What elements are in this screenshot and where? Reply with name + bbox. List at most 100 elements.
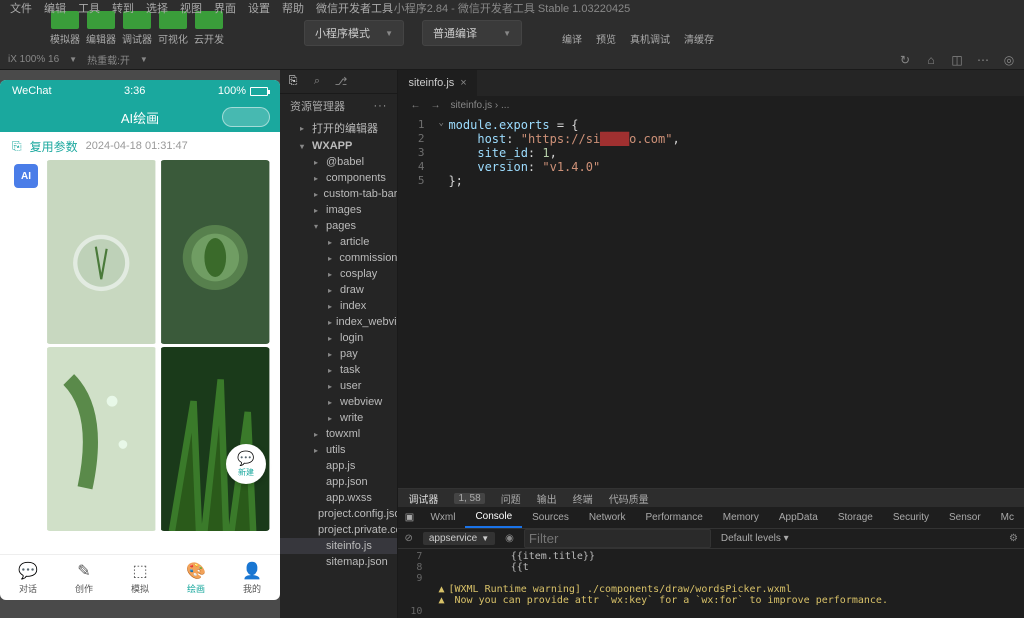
output-tab[interactable]: 输出: [537, 491, 557, 506]
devtools-tab-security[interactable]: Security: [883, 507, 939, 528]
menu-item[interactable]: 编辑: [44, 0, 66, 16]
editor-toggle[interactable]: 编辑器: [86, 11, 116, 46]
nav-back-icon[interactable]: ←: [410, 100, 420, 111]
tree-item[interactable]: ▸components: [280, 170, 397, 186]
tree-item[interactable]: ▸custom-tab-bar: [280, 186, 397, 202]
code-editor[interactable]: 1⌄module.exports = { 2 host: "https://si…: [398, 114, 1024, 488]
debugger-toggle[interactable]: 调试器: [122, 11, 152, 46]
devtools-tab-mc[interactable]: Mc: [991, 507, 1024, 528]
tree-item[interactable]: ▸write: [280, 410, 397, 426]
menu-item[interactable]: 选择: [146, 0, 168, 16]
clear-icon[interactable]: ⊘: [404, 533, 412, 544]
tree-item[interactable]: ▸draw: [280, 282, 397, 298]
section-project[interactable]: ▾WXAPP: [280, 138, 397, 154]
devtools-tab-storage[interactable]: Storage: [828, 507, 883, 528]
breadcrumb-path[interactable]: siteinfo.js › ...: [450, 100, 509, 111]
devtools-tab-sensor[interactable]: Sensor: [939, 507, 991, 528]
tree-item[interactable]: sitemap.json: [280, 554, 397, 570]
cloud-toggle[interactable]: 云开发: [194, 11, 224, 46]
image-thumb[interactable]: [46, 160, 157, 344]
dots-icon[interactable]: ⋯: [976, 53, 990, 67]
visual-toggle[interactable]: 可视化: [158, 11, 188, 46]
terminal-tab[interactable]: 终端: [573, 491, 593, 506]
compile-button[interactable]: 编译: [562, 31, 582, 46]
section-open-editors[interactable]: ▸打开的编辑器: [280, 118, 397, 138]
tree-item[interactable]: project.config.json: [280, 506, 397, 522]
menu-item[interactable]: 界面: [214, 0, 236, 16]
new-fab-button[interactable]: 💬 新建: [226, 444, 266, 484]
menu-item[interactable]: 工具: [78, 0, 100, 16]
tree-item[interactable]: ▾pages: [280, 218, 397, 234]
tree-item[interactable]: app.json: [280, 474, 397, 490]
tree-item[interactable]: ▸index: [280, 298, 397, 314]
devtools-tab-console[interactable]: Console: [465, 507, 522, 528]
reuse-params-label[interactable]: 复用参数: [30, 138, 78, 155]
nav-chat[interactable]: 💬对话: [0, 555, 56, 600]
capsule-button[interactable]: [222, 107, 270, 127]
device-info[interactable]: iX 100% 16: [8, 54, 59, 65]
levels-select[interactable]: Default levels ▾: [721, 533, 789, 544]
split-icon[interactable]: ◫: [950, 53, 964, 67]
console-output[interactable]: 7 {{item.title}}8 {{t9 ▲[WXML Runtime wa…: [398, 549, 1024, 618]
explorer-tab-icon[interactable]: ⎘: [284, 73, 302, 91]
nav-me[interactable]: 👤我的: [224, 555, 280, 600]
branch-tab-icon[interactable]: ⎇: [332, 73, 350, 91]
nav-draw[interactable]: 🎨绘画: [168, 555, 224, 600]
tree-item[interactable]: ▸index_webview: [280, 314, 397, 330]
remote-debug-button[interactable]: 真机调试: [630, 31, 670, 46]
home-icon[interactable]: ⌂: [924, 53, 938, 67]
eye-icon[interactable]: ◉: [505, 533, 514, 544]
tree-item[interactable]: ▸images: [280, 202, 397, 218]
simulator-toggle[interactable]: 模拟器: [50, 11, 80, 46]
menu-item[interactable]: 转到: [112, 0, 134, 16]
more-icon[interactable]: ···: [373, 100, 387, 112]
tree-item[interactable]: app.wxss: [280, 490, 397, 506]
devtools-tab-performance[interactable]: Performance: [636, 507, 713, 528]
context-select[interactable]: appservice ▼: [423, 532, 495, 545]
search-tab-icon[interactable]: ⌕: [308, 73, 326, 91]
clear-cache-button[interactable]: 清缓存: [684, 31, 714, 46]
menu-item[interactable]: 帮助: [282, 0, 304, 16]
devtools-tab-sources[interactable]: Sources: [522, 507, 579, 528]
compile-mode-select[interactable]: 普通编译▼: [422, 20, 522, 46]
tree-item[interactable]: ▸commission: [280, 250, 397, 266]
tree-item[interactable]: ▸login: [280, 330, 397, 346]
tree-item[interactable]: app.js: [280, 458, 397, 474]
refresh-icon[interactable]: ↻: [898, 53, 912, 67]
menu-item[interactable]: 视图: [180, 0, 202, 16]
nav-create[interactable]: ✎创作: [56, 555, 112, 600]
inspect-icon[interactable]: ▣: [398, 507, 420, 528]
menu-item[interactable]: 设置: [248, 0, 270, 16]
nav-simulate[interactable]: ⬚模拟: [112, 555, 168, 600]
tree-item[interactable]: ▸utils: [280, 442, 397, 458]
tree-item[interactable]: ▸cosplay: [280, 266, 397, 282]
tree-item[interactable]: ▸webview: [280, 394, 397, 410]
tree-item[interactable]: ▸article: [280, 234, 397, 250]
preview-button[interactable]: 预览: [596, 31, 616, 46]
quality-tab[interactable]: 代码质量: [609, 491, 649, 506]
menu-item[interactable]: 微信开发者工具: [316, 0, 393, 16]
tree-item[interactable]: ▸task: [280, 362, 397, 378]
image-thumb[interactable]: [160, 160, 271, 344]
mode-select[interactable]: 小程序模式▼: [304, 20, 404, 46]
filter-input[interactable]: [524, 529, 711, 548]
devtools-tab-memory[interactable]: Memory: [713, 507, 769, 528]
camera-icon[interactable]: ◎: [1002, 53, 1016, 67]
tree-item[interactable]: ▸towxml: [280, 426, 397, 442]
tree-item[interactable]: project.private.config.json: [280, 522, 397, 538]
tree-item[interactable]: ▸pay: [280, 346, 397, 362]
tree-item[interactable]: ▸user: [280, 378, 397, 394]
nav-fwd-icon[interactable]: →: [430, 100, 440, 111]
editor-tab[interactable]: siteinfo.js ×: [398, 70, 476, 96]
problems-tab[interactable]: 问题: [501, 491, 521, 506]
hot-reload[interactable]: 热重载:开: [87, 52, 130, 67]
devtools-tab-network[interactable]: Network: [579, 507, 636, 528]
menu-item[interactable]: 文件: [10, 0, 32, 16]
tree-item[interactable]: ▸@babel: [280, 154, 397, 170]
tree-item[interactable]: siteinfo.js: [280, 538, 397, 554]
image-thumb[interactable]: [46, 347, 157, 531]
devtools-tab-appdata[interactable]: AppData: [769, 507, 828, 528]
close-tab-icon[interactable]: ×: [460, 77, 466, 89]
image-thumb[interactable]: [160, 347, 271, 531]
devtools-tab-wxml[interactable]: Wxml: [420, 507, 465, 528]
